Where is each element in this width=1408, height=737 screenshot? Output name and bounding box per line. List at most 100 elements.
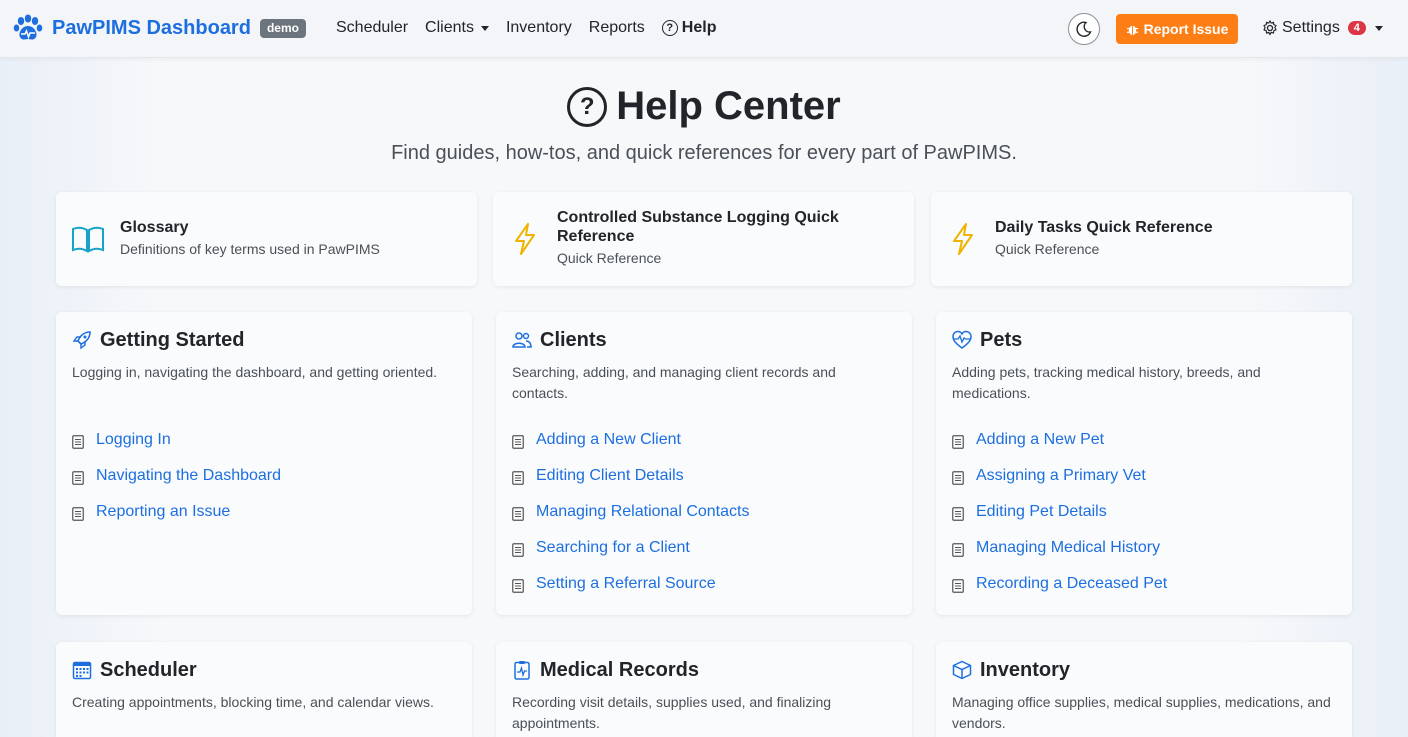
document-icon (512, 507, 524, 521)
article-link[interactable]: Adding a New Client (536, 431, 681, 449)
book-icon (72, 226, 104, 253)
nav-inventory-label: Inventory (505, 19, 572, 36)
article-list: Adding a New Client Editing Client Detai… (512, 422, 749, 602)
list-item: Adding a New Client (512, 422, 749, 458)
box-icon (952, 660, 972, 680)
list-item: Managing Medical History (952, 530, 1167, 566)
section-description: Recording visit details, supplies used, … (512, 694, 832, 731)
nav-reports[interactable]: Reports (589, 19, 645, 37)
list-item: Reporting an Issue (72, 494, 281, 530)
list-item: Searching for a Client (512, 530, 749, 566)
section-medical-records: Medical Records Recording visit details,… (496, 642, 912, 737)
section-title: Clients (540, 329, 607, 351)
caret-down-icon (1374, 25, 1383, 31)
rocket-icon (72, 331, 91, 350)
document-icon (72, 435, 84, 449)
article-link[interactable]: Managing Medical History (976, 539, 1160, 557)
list-item: Managing Relational Contacts (512, 494, 749, 530)
nav-help[interactable]: ? Help (661, 19, 717, 37)
report-issue-button[interactable]: Report Issue (1116, 14, 1238, 44)
dark-mode-toggle[interactable] (1068, 13, 1100, 45)
gear-icon (1263, 20, 1277, 36)
daily-tasks-card[interactable]: Daily Tasks Quick Reference Quick Refere… (931, 192, 1352, 286)
brand-name: PawPIMS Dashboard (52, 16, 251, 39)
list-item: Recording a Deceased Pet (952, 566, 1167, 602)
document-icon (952, 435, 964, 449)
nav-help-label: Help (681, 19, 717, 36)
controlled-substance-card[interactable]: Controlled Substance Logging Quick Refer… (493, 192, 914, 286)
settings-dropdown[interactable]: Settings 4 (1262, 19, 1383, 37)
top-navbar: PawPIMS Dashboard demo Scheduler Clients… (0, 0, 1408, 58)
article-link[interactable]: Searching for a Client (536, 539, 690, 557)
page-title: ? Help Center (0, 84, 1408, 129)
quick-card-title: Daily Tasks Quick Reference (995, 219, 1213, 236)
main-nav: Scheduler Clients Inventory Reports ? Hel… (336, 19, 733, 37)
document-icon (512, 471, 524, 485)
demo-badge: demo (259, 18, 306, 38)
nav-clients-label: Clients (425, 19, 474, 36)
nav-clients-dropdown[interactable]: Clients (425, 19, 489, 37)
quick-card-title: Controlled Substance Logging Quick Refer… (557, 209, 839, 245)
document-icon (512, 435, 524, 449)
article-link[interactable]: Setting a Referral Source (536, 575, 716, 593)
calendar-icon (72, 661, 92, 680)
nav-scheduler[interactable]: Scheduler (336, 19, 408, 37)
section-description: Logging in, navigating the dashboard, an… (72, 364, 438, 380)
nav-inventory[interactable]: Inventory (506, 19, 572, 37)
glossary-card[interactable]: Glossary Definitions of key terms used i… (56, 192, 477, 286)
document-icon (72, 507, 84, 521)
section-title: Pets (980, 329, 1023, 351)
document-icon (952, 579, 964, 593)
section-title: Getting Started (100, 329, 245, 351)
article-link[interactable]: Editing Client Details (536, 467, 684, 485)
page-title-text: Help Center (616, 84, 841, 128)
section-description: Adding pets, tracking medical history, b… (952, 364, 1261, 401)
article-link[interactable]: Managing Relational Contacts (536, 503, 749, 521)
article-link[interactable]: Reporting an Issue (96, 503, 230, 521)
brand[interactable]: PawPIMS Dashboard demo (12, 12, 306, 44)
document-icon (952, 471, 964, 485)
document-icon (952, 507, 964, 521)
document-icon (512, 543, 524, 557)
moon-icon (1076, 21, 1092, 37)
paw-icon (13, 14, 43, 40)
article-list: Logging In Navigating the Dashboard Repo… (72, 422, 281, 530)
question-circle-icon: ? (661, 20, 678, 36)
document-icon (952, 543, 964, 557)
section-title: Medical Records (540, 659, 699, 681)
list-item: Navigating the Dashboard (72, 458, 281, 494)
document-icon (512, 579, 524, 593)
article-link[interactable]: Logging In (96, 431, 171, 449)
section-description: Managing office supplies, medical suppli… (952, 694, 1331, 731)
nav-reports-label: Reports (588, 19, 645, 36)
article-link[interactable]: Editing Pet Details (976, 503, 1107, 521)
caret-down-icon (480, 25, 489, 31)
quick-card-subtitle: Quick Reference (557, 250, 662, 266)
article-link[interactable]: Navigating the Dashboard (96, 467, 281, 485)
people-icon (512, 332, 532, 348)
section-title: Scheduler (100, 659, 197, 681)
list-item: Assigning a Primary Vet (952, 458, 1167, 494)
notification-badge: 4 (1347, 21, 1366, 35)
list-item: Setting a Referral Source (512, 566, 749, 602)
list-item: Editing Client Details (512, 458, 749, 494)
quick-card-subtitle: Quick Reference (995, 241, 1100, 257)
document-icon (72, 471, 84, 485)
section-description: Searching, adding, and managing client r… (512, 364, 836, 401)
article-link[interactable]: Assigning a Primary Vet (976, 467, 1146, 485)
section-getting-started: Getting Started Logging in, navigating t… (56, 312, 472, 615)
article-link[interactable]: Recording a Deceased Pet (976, 575, 1167, 593)
lightning-icon (515, 223, 535, 255)
quick-card-title: Glossary (120, 219, 189, 236)
question-circle-icon: ? (567, 86, 608, 127)
section-inventory: Inventory Managing office supplies, medi… (936, 642, 1352, 737)
article-link[interactable]: Adding a New Pet (976, 431, 1104, 449)
section-title: Inventory (980, 659, 1071, 681)
clipboard-pulse-icon (514, 661, 530, 680)
nav-scheduler-label: Scheduler (336, 19, 409, 36)
quick-card-subtitle: Definitions of key terms used in PawPIMS (120, 241, 380, 257)
section-description: Creating appointments, blocking time, an… (72, 694, 434, 710)
section-pets: Pets Adding pets, tracking medical histo… (936, 312, 1352, 615)
section-clients: Clients Searching, adding, and managing … (496, 312, 912, 615)
section-scheduler: Scheduler Creating appointments, blockin… (56, 642, 472, 737)
